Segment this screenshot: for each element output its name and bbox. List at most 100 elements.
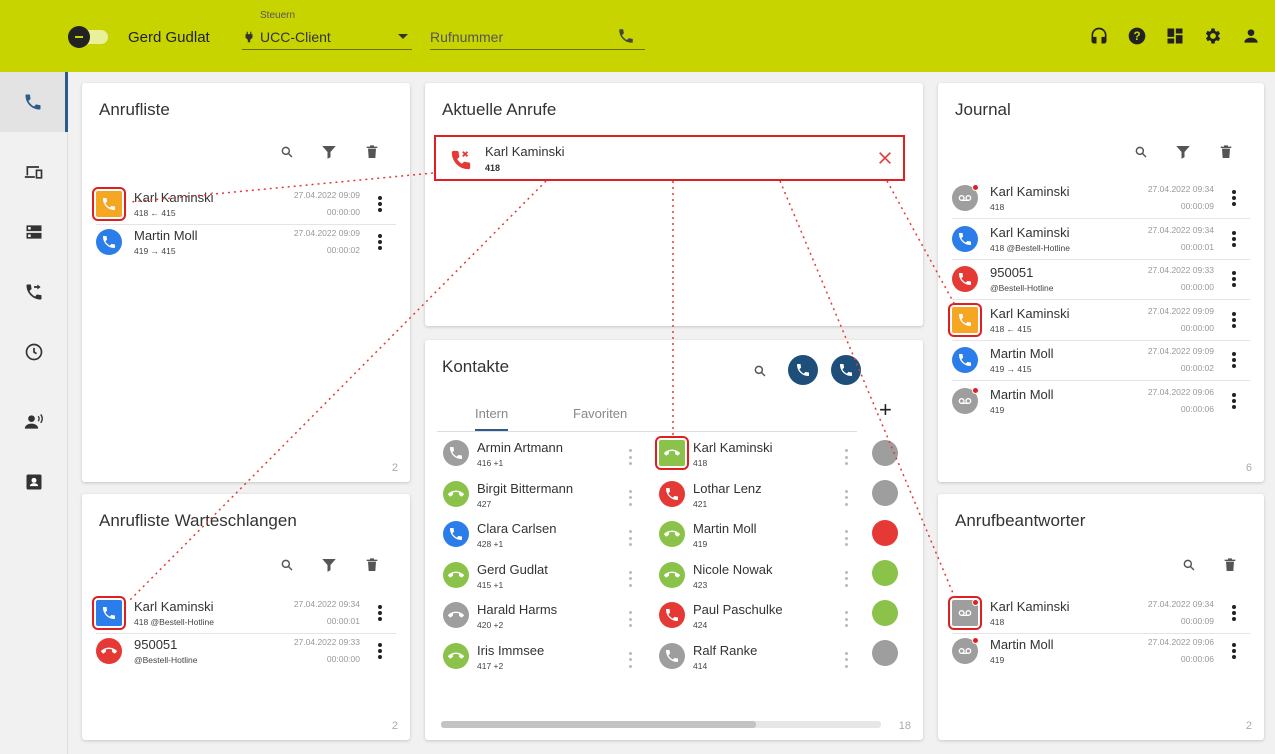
contact-item[interactable]: Harald Harms 420 +2 [439, 598, 649, 640]
phone-number-field[interactable] [430, 24, 645, 50]
contact-item[interactable]: Ralf Ranke 414 [655, 639, 865, 681]
list-item[interactable]: 950051 @Bestell-Hotline 27.04.2022 09:33… [96, 634, 396, 672]
list-item[interactable]: Martin Moll 419 → 415 27.04.2022 09:09 0… [96, 225, 396, 263]
contact-item[interactable]: Iris Immsee 417 +2 [439, 639, 649, 681]
contact-name: Iris Immsee [477, 642, 545, 658]
contact-item[interactable]: Lothar Lenz 421 [655, 477, 865, 519]
nav-voice-icon[interactable] [0, 392, 68, 452]
tab-favoriten[interactable]: Favoriten [573, 406, 627, 421]
more-vert-icon[interactable] [378, 196, 382, 212]
dial-phone-icon[interactable] [617, 27, 635, 45]
more-vert-icon[interactable] [845, 651, 849, 668]
contact-item[interactable]: Gerd Gudlat 415 +1 [439, 558, 649, 600]
list-item[interactable]: Martin Moll 419 27.04.2022 09:06 00:00:06 [952, 634, 1250, 672]
more-vert-icon[interactable] [378, 605, 382, 621]
scrollbar-thumb[interactable] [441, 721, 756, 728]
contact-item[interactable]: Paul Paschulke 424 [655, 598, 865, 640]
warteschlangen-count: 2 [391, 720, 398, 732]
list-item[interactable]: Karl Kaminski 418 27.04.2022 09:34 00:00:09 [948, 596, 1250, 634]
delete-icon[interactable] [1218, 143, 1234, 161]
list-item[interactable]: Karl Kaminski 418 @Bestell-Hotline 27.04… [92, 596, 396, 634]
headset-icon[interactable] [1089, 26, 1109, 46]
dashboard-icon[interactable] [1165, 26, 1185, 46]
more-vert-icon[interactable] [845, 489, 849, 506]
nav-clock-icon[interactable] [0, 322, 68, 382]
more-vert-icon[interactable] [1232, 190, 1236, 206]
list-item[interactable]: Karl Kaminski 418 ← 415 27.04.2022 09:09 00… [948, 302, 1250, 341]
more-vert-icon[interactable] [629, 489, 633, 506]
filter-icon[interactable] [320, 143, 338, 161]
delete-icon[interactable] [364, 143, 380, 161]
caller-name: Martin Moll [990, 386, 1054, 402]
more-vert-icon[interactable] [1232, 352, 1236, 368]
transfer-call-button[interactable] [831, 355, 861, 385]
contact-item[interactable]: Birgit Bittermann 427 [439, 477, 649, 519]
more-vert-icon[interactable] [845, 570, 849, 587]
outgoing-call-icon [952, 347, 978, 373]
filter-icon[interactable] [320, 556, 338, 574]
hangup-close-icon[interactable] [877, 150, 893, 166]
contact-item[interactable]: Nicole Nowak 423 [655, 558, 865, 600]
search-icon[interactable] [1134, 145, 1148, 159]
tab-intern[interactable]: Intern [475, 406, 509, 431]
more-vert-icon[interactable] [1232, 605, 1236, 621]
more-vert-icon[interactable] [1232, 643, 1236, 659]
more-vert-icon[interactable] [629, 651, 633, 668]
nav-call-forward-icon[interactable] [0, 262, 68, 322]
list-item[interactable]: Martin Moll 419 27.04.2022 09:06 00:00:06 [952, 384, 1250, 422]
delete-icon[interactable] [1222, 556, 1238, 574]
unread-dot [972, 184, 979, 191]
list-item[interactable]: Karl Kaminski 418 @Bestell-Hotline 27.04.2… [952, 222, 1250, 260]
contact-item[interactable]: Martin Moll 419 [655, 517, 865, 559]
status-available-icon [872, 560, 898, 586]
search-icon[interactable] [753, 364, 767, 378]
nav-contact-card-icon[interactable] [0, 452, 68, 512]
search-icon[interactable] [280, 558, 294, 572]
delete-icon[interactable] [364, 556, 380, 574]
more-vert-icon[interactable] [845, 449, 849, 465]
nav-server-icon[interactable] [0, 202, 68, 262]
filter-icon[interactable] [1174, 143, 1192, 161]
presence-toggle[interactable] [68, 26, 108, 48]
list-item[interactable]: Karl Kaminski 418 27.04.2022 09:34 00:00:09 [952, 181, 1250, 219]
outgoing-call-icon [92, 596, 126, 630]
search-icon[interactable] [280, 145, 294, 159]
search-icon[interactable] [1182, 558, 1196, 572]
user-icon[interactable] [1241, 26, 1261, 46]
settings-icon[interactable] [1203, 26, 1223, 46]
more-vert-icon[interactable] [378, 234, 382, 250]
nav-phone-icon[interactable] [0, 72, 68, 132]
phone-number-input[interactable] [430, 28, 610, 45]
call-date: 27.04.2022 09:09 [1147, 346, 1214, 356]
list-item[interactable]: Martin Moll 419 → 415 27.04.2022 09:09 00:0… [952, 343, 1250, 381]
more-vert-icon[interactable] [629, 449, 633, 465]
more-vert-icon[interactable] [1232, 311, 1236, 328]
contact-item[interactable]: Karl Kaminski 418 [655, 436, 865, 478]
more-vert-icon[interactable] [845, 530, 849, 546]
contact-item[interactable]: Armin Artmann 416 +1 [439, 436, 649, 478]
list-item[interactable]: Karl Kaminski 418 ← 415 27.04.2022 09:09… [92, 187, 396, 225]
more-vert-icon[interactable] [1232, 230, 1236, 247]
more-vert-icon[interactable] [1232, 392, 1236, 409]
nav-devices-icon[interactable] [0, 142, 68, 202]
client-select[interactable]: UCC-Client [242, 24, 412, 50]
horizontal-scrollbar[interactable] [441, 721, 881, 728]
caller-name: Martin Moll [990, 346, 1054, 361]
more-vert-icon[interactable] [1232, 271, 1236, 287]
current-call-item[interactable]: Karl Kaminski 418 [434, 135, 905, 181]
call-contact-button[interactable] [788, 355, 818, 385]
contact-item[interactable]: Clara Carlsen 428 +1 [439, 517, 649, 559]
menu-icon[interactable] [14, 28, 34, 44]
svg-text:?: ? [1133, 30, 1140, 43]
help-icon[interactable]: ? [1127, 26, 1147, 46]
more-vert-icon[interactable] [845, 611, 849, 627]
more-vert-icon[interactable] [629, 611, 633, 627]
warteschlangen-title: Anrufliste Warteschlangen [99, 511, 297, 530]
more-vert-icon[interactable] [629, 530, 633, 546]
current-caller-name: Karl Kaminski [485, 144, 565, 159]
more-vert-icon[interactable] [378, 643, 382, 659]
list-item[interactable]: 950051 @Bestell-Hotline 27.04.2022 09:33 00… [952, 262, 1250, 300]
more-vert-icon[interactable] [629, 570, 633, 587]
anrufliste-title: Anrufliste [99, 100, 170, 119]
add-contact-icon[interactable]: + [879, 397, 892, 423]
